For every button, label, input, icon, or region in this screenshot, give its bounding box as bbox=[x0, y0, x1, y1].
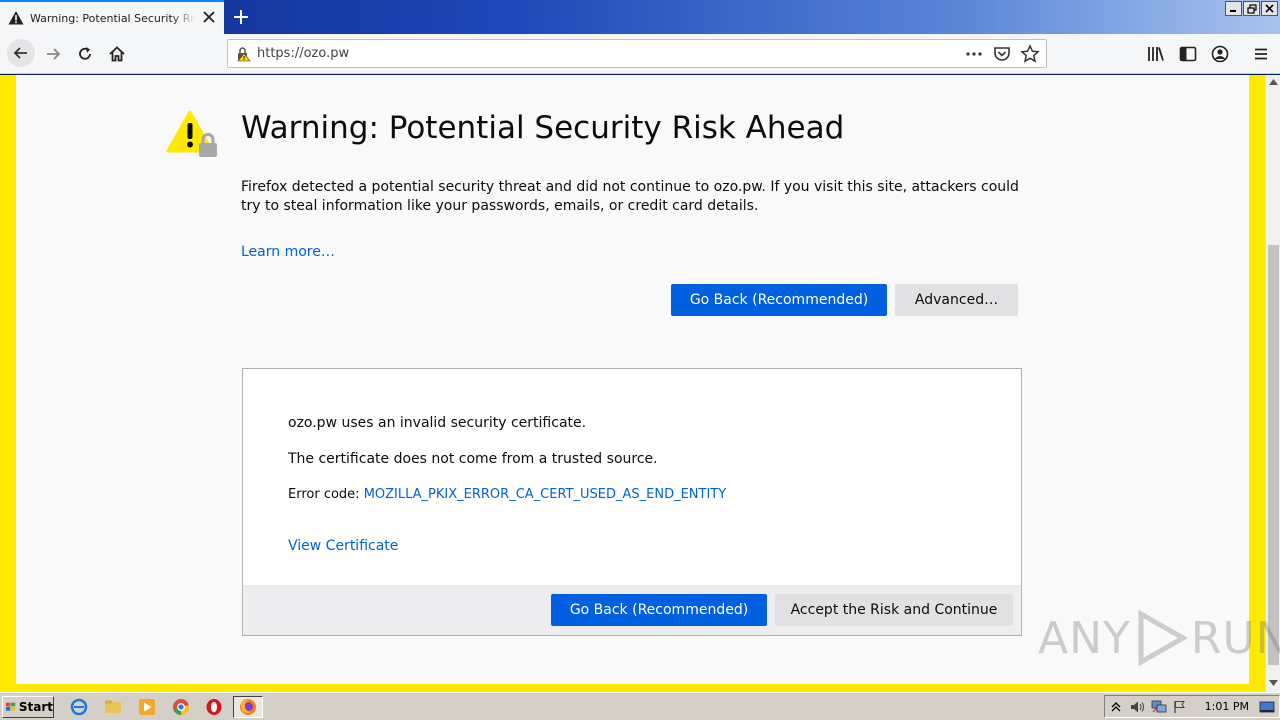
warning-icon bbox=[8, 11, 24, 25]
security-warning-icon bbox=[166, 110, 217, 157]
certificate-invalid-text: ozo.pw uses an invalid security certific… bbox=[288, 415, 587, 431]
window-close-button[interactable] bbox=[1261, 1, 1278, 16]
menu-button[interactable] bbox=[1249, 42, 1273, 66]
go-back-button-bottom[interactable]: Go Back (Recommended) bbox=[551, 594, 767, 626]
home-button[interactable] bbox=[105, 42, 129, 66]
minimize-icon bbox=[1230, 10, 1236, 12]
start-label: Start bbox=[18, 700, 53, 714]
watermark-text-left: ANY bbox=[1038, 612, 1131, 664]
restore-icon bbox=[1246, 3, 1257, 14]
url-actions bbox=[964, 44, 1040, 64]
error-code-link[interactable]: MOZILLA_PKIX_ERROR_CA_CERT_USED_AS_END_E… bbox=[364, 487, 726, 502]
new-tab-icon[interactable] bbox=[230, 6, 252, 28]
play-logo-icon bbox=[1138, 610, 1187, 666]
account-icon bbox=[1211, 45, 1229, 63]
volume-icon[interactable] bbox=[1129, 700, 1145, 714]
account-button[interactable] bbox=[1208, 42, 1232, 66]
reload-icon bbox=[79, 47, 91, 60]
opera-icon[interactable] bbox=[205, 698, 223, 716]
network-icon[interactable] bbox=[1151, 700, 1167, 714]
action-center-flag-icon[interactable] bbox=[1173, 700, 1187, 714]
sidebar-icon bbox=[1179, 46, 1197, 62]
navigation-toolbar: https://ozo.pw bbox=[0, 34, 1280, 74]
scroll-up-icon[interactable] bbox=[1269, 78, 1278, 85]
taskbar: Start 1:01 PM bbox=[0, 692, 1280, 720]
library-button[interactable] bbox=[1144, 42, 1168, 66]
back-arrow-icon bbox=[13, 47, 27, 59]
hamburger-menu-icon bbox=[1255, 48, 1267, 60]
accept-risk-button[interactable]: Accept the Risk and Continue bbox=[775, 594, 1013, 626]
warning-description: Firefox detected a potential security th… bbox=[241, 179, 1019, 214]
bookmark-star-icon[interactable] bbox=[1020, 44, 1040, 64]
file-explorer-icon[interactable] bbox=[104, 698, 122, 716]
restore-button[interactable] bbox=[1243, 1, 1260, 16]
learn-more-link[interactable]: Learn more… bbox=[241, 244, 335, 260]
error-code-label: Error code: bbox=[288, 487, 364, 502]
content-area: Warning: Potential Security Risk Ahead F… bbox=[0, 75, 1265, 692]
watermark-text-right: RUN bbox=[1190, 612, 1280, 664]
sidebar-button[interactable] bbox=[1176, 42, 1200, 66]
windows-logo-icon bbox=[6, 702, 16, 711]
forward-button[interactable] bbox=[41, 42, 65, 66]
minimize-button[interactable] bbox=[1225, 1, 1242, 16]
url-text[interactable]: https://ozo.pw bbox=[257, 46, 349, 61]
tray-expand-icon[interactable] bbox=[1111, 701, 1121, 713]
show-desktop-icon[interactable] bbox=[1259, 700, 1275, 714]
internet-explorer-icon[interactable] bbox=[70, 698, 88, 716]
back-button[interactable] bbox=[7, 39, 35, 67]
advanced-panel-footer: Go Back (Recommended) Accept the Risk an… bbox=[243, 585, 1021, 635]
media-player-icon[interactable] bbox=[138, 698, 156, 716]
tab-active[interactable]: Warning: Potential Security Risk Ahead bbox=[0, 0, 224, 34]
start-button[interactable]: Start bbox=[2, 696, 54, 718]
close-icon bbox=[1265, 4, 1274, 13]
tab-strip: Warning: Potential Security Risk Ahead bbox=[0, 0, 1280, 34]
insecure-lock-icon bbox=[237, 47, 251, 62]
page-actions-icon[interactable] bbox=[964, 44, 984, 64]
firefox-taskbar-button[interactable] bbox=[233, 696, 263, 718]
forward-arrow-icon bbox=[47, 48, 61, 60]
close-icon[interactable] bbox=[202, 10, 216, 24]
advanced-button[interactable]: Advanced… bbox=[895, 284, 1018, 316]
page-title: Warning: Potential Security Risk Ahead bbox=[241, 110, 845, 146]
error-page: Warning: Potential Security Risk Ahead F… bbox=[16, 75, 1249, 684]
window-controls bbox=[1225, 1, 1278, 16]
home-icon bbox=[109, 46, 125, 62]
error-code-line: Error code: MOZILLA_PKIX_ERROR_CA_CERT_U… bbox=[288, 487, 726, 502]
library-icon bbox=[1148, 47, 1164, 61]
pocket-icon[interactable] bbox=[992, 44, 1012, 64]
tab-title: Warning: Potential Security Risk Ahead bbox=[30, 11, 196, 25]
clock[interactable]: 1:01 PM bbox=[1205, 700, 1249, 713]
anyrun-watermark: ANY RUN bbox=[1038, 610, 1280, 666]
scroll-down-icon[interactable] bbox=[1269, 680, 1278, 687]
system-tray: 1:01 PM bbox=[1104, 695, 1280, 718]
advanced-panel: ozo.pw uses an invalid security certific… bbox=[242, 368, 1022, 636]
url-bar[interactable]: https://ozo.pw bbox=[227, 39, 1047, 68]
go-back-button[interactable]: Go Back (Recommended) bbox=[671, 284, 887, 316]
view-certificate-link[interactable]: View Certificate bbox=[288, 538, 398, 554]
vertical-scrollbar[interactable] bbox=[1265, 75, 1280, 692]
firefox-icon bbox=[240, 699, 256, 715]
chrome-icon[interactable] bbox=[172, 698, 190, 716]
certificate-untrusted-text: The certificate does not come from a tru… bbox=[288, 451, 658, 467]
reload-button[interactable] bbox=[73, 42, 97, 66]
scrollbar-thumb[interactable] bbox=[1268, 245, 1279, 665]
